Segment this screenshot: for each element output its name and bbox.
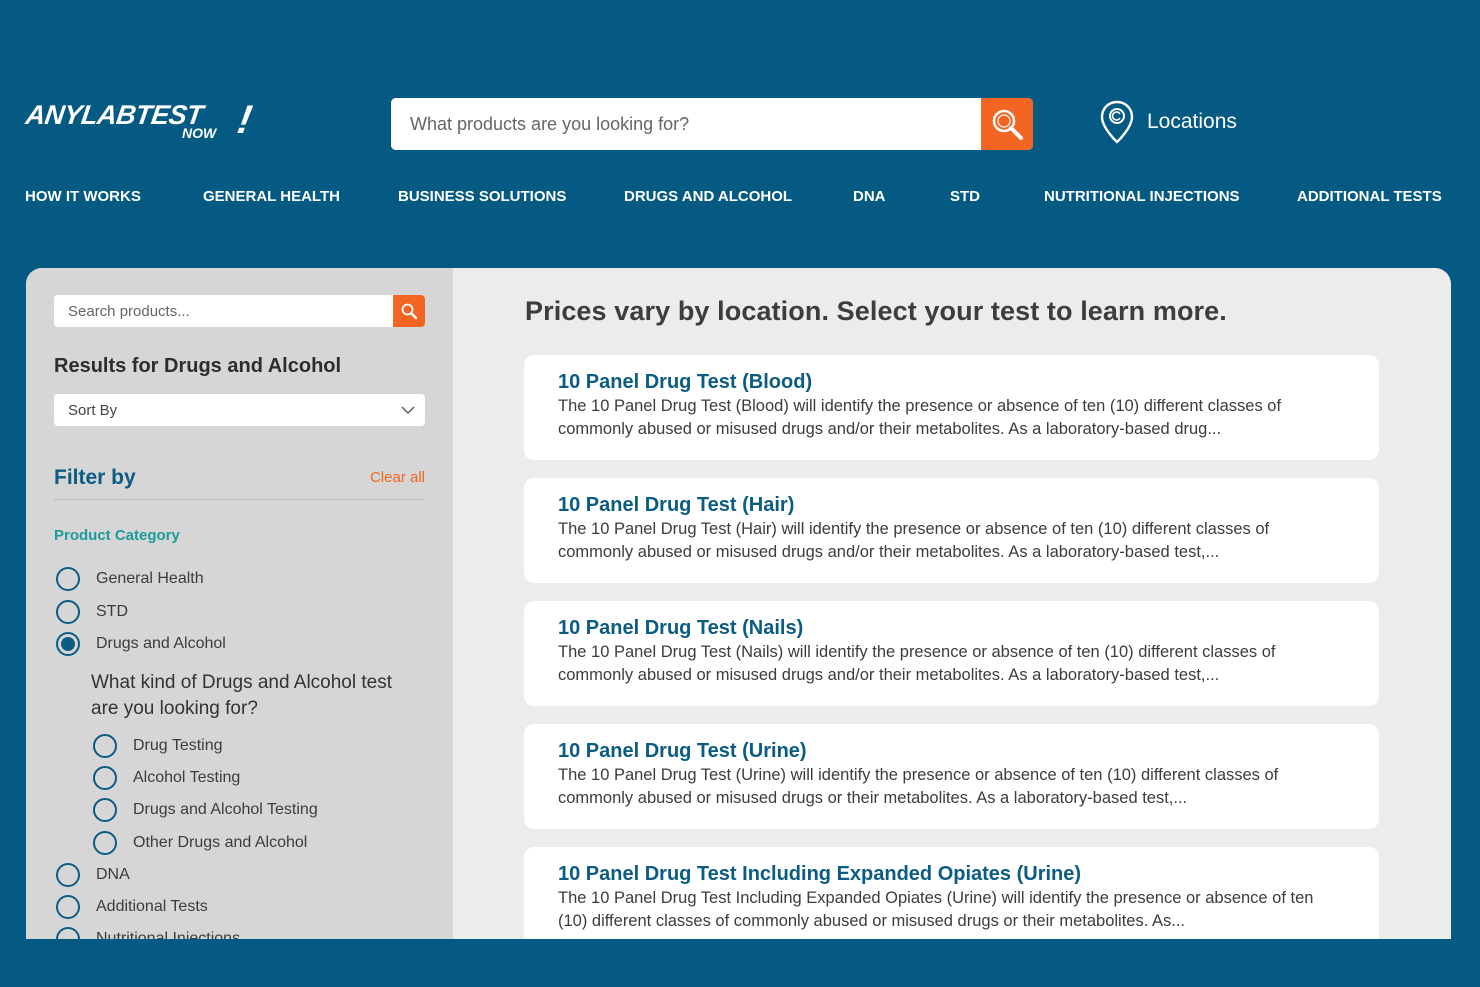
divider xyxy=(54,499,425,500)
nav-how-it-works[interactable]: HOW IT WORKS xyxy=(25,188,141,205)
subcategory-label: Alcohol Testing xyxy=(133,769,241,786)
locations-link[interactable]: Locations xyxy=(1100,100,1237,144)
locations-label: Locations xyxy=(1147,110,1237,133)
radio-button[interactable] xyxy=(93,766,117,790)
main-nav: HOW IT WORKS GENERAL HEALTH BUSINESS SOL… xyxy=(0,188,1480,212)
subcategory-drug-testing[interactable]: Drug Testing xyxy=(93,734,223,758)
header-search xyxy=(391,98,1033,150)
product-search xyxy=(54,295,425,327)
nav-additional-tests[interactable]: ADDITIONAL TESTS xyxy=(1297,188,1442,205)
clear-all-link[interactable]: Clear all xyxy=(370,469,425,486)
product-card[interactable]: 10 Panel Drug Test Including Expanded Op… xyxy=(524,847,1379,939)
subcategory-alcohol-testing[interactable]: Alcohol Testing xyxy=(93,766,240,790)
product-card[interactable]: 10 Panel Drug Test (Blood) The 10 Panel … xyxy=(524,355,1379,460)
radio-button[interactable] xyxy=(56,927,80,939)
site-header: ANYLABTEST NOW ! Locations HOW IT WORKS … xyxy=(0,0,1480,268)
category-label: Additional Tests xyxy=(96,898,208,915)
main-panel: Results for Drugs and Alcohol Sort By Fi… xyxy=(26,268,1451,939)
category-dna[interactable]: DNA xyxy=(56,863,130,887)
product-description: The 10 Panel Drug Test (Blood) will iden… xyxy=(558,397,1282,438)
footer-bar xyxy=(0,939,1480,987)
logo-text: ANYLABTEST xyxy=(23,100,205,130)
product-category-title: Product Category xyxy=(54,527,180,544)
product-name[interactable]: 10 Panel Drug Test (Urine) xyxy=(558,740,1345,762)
product-description: The 10 Panel Drug Test (Nails) will iden… xyxy=(558,643,1276,684)
subcategory-question: What kind of Drugs and Alcohol test are … xyxy=(91,672,392,719)
header-search-input[interactable] xyxy=(391,98,981,150)
nav-drugs-and-alcohol[interactable]: DRUGS AND ALCOHOL xyxy=(624,188,792,205)
product-card[interactable]: 10 Panel Drug Test (Hair) The 10 Panel D… xyxy=(524,478,1379,583)
category-label: Drugs and Alcohol xyxy=(96,635,226,652)
product-name[interactable]: 10 Panel Drug Test Including Expanded Op… xyxy=(558,863,1345,885)
filter-title: Filter by xyxy=(54,466,136,489)
product-description: The 10 Panel Drug Test Including Expande… xyxy=(558,889,1314,930)
radio-button[interactable] xyxy=(56,863,80,887)
header-search-button[interactable] xyxy=(981,98,1033,150)
filter-sidebar: Results for Drugs and Alcohol Sort By Fi… xyxy=(26,268,453,939)
product-search-button[interactable] xyxy=(393,295,425,327)
radio-button[interactable] xyxy=(93,734,117,758)
category-label: DNA xyxy=(96,866,130,883)
brand-logo[interactable]: ANYLABTEST NOW ! xyxy=(23,98,260,146)
category-general-health[interactable]: General Health xyxy=(56,567,204,591)
subcategory-label: Drugs and Alcohol Testing xyxy=(133,801,318,818)
category-std[interactable]: STD xyxy=(56,600,128,624)
logo-exclamation: ! xyxy=(234,98,256,142)
product-description: The 10 Panel Drug Test (Hair) will ident… xyxy=(558,520,1270,561)
subcategory-other[interactable]: Other Drugs and Alcohol xyxy=(93,831,307,855)
radio-button[interactable] xyxy=(56,600,80,624)
product-name[interactable]: 10 Panel Drug Test (Blood) xyxy=(558,371,1345,393)
nav-std[interactable]: STD xyxy=(950,188,980,205)
radio-button[interactable] xyxy=(93,798,117,822)
subcategory-label: Drug Testing xyxy=(133,737,223,754)
subcategory-drugs-and-alcohol-testing[interactable]: Drugs and Alcohol Testing xyxy=(93,798,318,822)
category-additional-tests[interactable]: Additional Tests xyxy=(56,895,208,919)
chevron-down-icon xyxy=(401,406,415,414)
nav-dna[interactable]: DNA xyxy=(853,188,886,205)
product-name[interactable]: 10 Panel Drug Test (Hair) xyxy=(558,494,1345,516)
product-card[interactable]: 10 Panel Drug Test (Nails) The 10 Panel … xyxy=(524,601,1379,706)
category-label: STD xyxy=(96,603,128,620)
radio-button[interactable] xyxy=(56,895,80,919)
radio-button-selected[interactable] xyxy=(56,632,80,656)
search-icon xyxy=(401,303,418,320)
nav-general-health[interactable]: GENERAL HEALTH xyxy=(203,188,340,205)
page-title: Prices vary by location. Select your tes… xyxy=(525,296,1227,326)
sort-select[interactable]: Sort By xyxy=(54,394,425,426)
nav-nutritional-injections[interactable]: NUTRITIONAL INJECTIONS xyxy=(1044,188,1240,205)
subcategory-label: Other Drugs and Alcohol xyxy=(133,834,308,851)
product-description: The 10 Panel Drug Test (Urine) will iden… xyxy=(558,766,1279,807)
category-nutritional-injections[interactable]: Nutritional Injections xyxy=(56,927,240,939)
radio-button[interactable] xyxy=(56,567,80,591)
sort-label: Sort By xyxy=(68,401,118,419)
product-card[interactable]: 10 Panel Drug Test (Urine) The 10 Panel … xyxy=(524,724,1379,829)
nav-business-solutions[interactable]: BUSINESS SOLUTIONS xyxy=(398,188,566,205)
search-icon xyxy=(992,109,1023,140)
product-name[interactable]: 10 Panel Drug Test (Nails) xyxy=(558,617,1345,639)
logo-subtext: NOW xyxy=(182,125,217,141)
map-pin-icon xyxy=(1100,100,1134,144)
category-label: Nutritional Injections xyxy=(96,930,241,939)
category-label: General Health xyxy=(96,570,204,587)
results-title: Results for Drugs and Alcohol xyxy=(54,355,342,377)
category-drugs-and-alcohol[interactable]: Drugs and Alcohol xyxy=(56,632,226,656)
radio-button[interactable] xyxy=(93,831,117,855)
product-search-input[interactable] xyxy=(54,295,393,327)
